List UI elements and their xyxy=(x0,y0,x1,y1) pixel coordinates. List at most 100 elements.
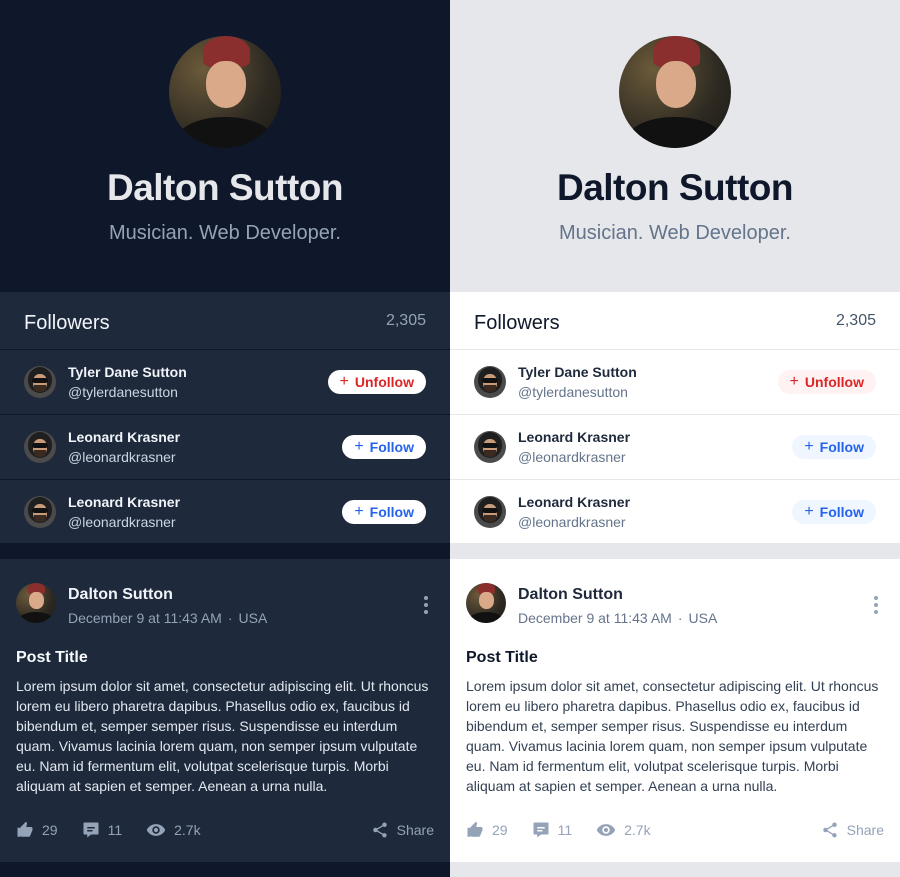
post-author-avatar[interactable] xyxy=(466,583,506,623)
follower-name[interactable]: Leonard Krasner xyxy=(518,427,792,447)
follower-info: Tyler Dane Sutton @tylerdanesutton xyxy=(68,362,328,402)
post-body: Lorem ipsum dolor sit amet, consectetur … xyxy=(16,678,429,794)
follower-info: Tyler Dane Sutton @tylerdanesutton xyxy=(518,362,778,402)
follower-info: Leonard Krasner @leonardkrasner xyxy=(68,427,342,467)
follower-name[interactable]: Tyler Dane Sutton xyxy=(68,362,328,382)
post-author[interactable]: Dalton Sutton xyxy=(68,585,418,605)
followers-count: 2,305 xyxy=(835,312,876,329)
follower-info: Leonard Krasner @leonardkrasner xyxy=(68,492,342,532)
follow-toggle-label: Unfollow xyxy=(354,374,414,390)
post-title: Post Title xyxy=(16,649,88,666)
followers-list: Tyler Dane Sutton @tylerdanesutton + Unf… xyxy=(450,349,900,544)
share-button[interactable]: Share xyxy=(371,821,434,839)
follower-name[interactable]: Leonard Krasner xyxy=(68,427,342,447)
post-date[interactable]: December 9 at 11:43 AM xyxy=(518,610,672,626)
like-count: 29 xyxy=(42,822,58,838)
comment-button[interactable]: 11 xyxy=(82,821,122,839)
follower-row: Leonard Krasner @leonardkrasner + Follow xyxy=(0,414,450,479)
follower-name[interactable]: Tyler Dane Sutton xyxy=(518,362,778,382)
follower-name[interactable]: Leonard Krasner xyxy=(518,492,792,512)
followers-card: Followers 2,305 Tyler Dane Sutton @tyler… xyxy=(450,292,900,543)
profile-avatar xyxy=(619,36,731,148)
plus-icon: + xyxy=(804,438,814,455)
profile-name: Dalton Sutton xyxy=(556,167,794,208)
profile-bio: Musician. Web Developer. xyxy=(109,221,341,244)
profile-bio: Musician. Web Developer. xyxy=(559,221,791,244)
plus-icon: + xyxy=(789,373,799,390)
followers-header: Followers 2,305 xyxy=(450,292,900,349)
follower-avatar[interactable] xyxy=(474,496,506,528)
follower-info: Leonard Krasner @leonardkrasner xyxy=(518,427,792,467)
thumbs-up-icon xyxy=(467,821,483,837)
profile-header: Dalton Sutton Musician. Web Developer. xyxy=(450,0,900,292)
comment-button[interactable]: 11 xyxy=(532,821,573,839)
follow-toggle-label: Follow xyxy=(369,439,414,455)
follower-avatar[interactable] xyxy=(474,366,506,398)
unfollow-button[interactable]: + Unfollow xyxy=(777,370,876,394)
share-icon xyxy=(822,822,837,838)
profile-avatar xyxy=(169,36,281,148)
unfollow-button[interactable]: + Unfollow xyxy=(327,370,426,394)
profile-pane-dark: Dalton Sutton Musician. Web Developer. F… xyxy=(0,0,450,877)
follow-button[interactable]: + Follow xyxy=(792,435,876,459)
share-label: Share xyxy=(846,822,884,838)
follow-button[interactable]: + Follow xyxy=(342,435,426,459)
follower-row: Tyler Dane Sutton @tylerdanesutton + Unf… xyxy=(0,349,450,414)
post-author-avatar[interactable] xyxy=(16,583,56,623)
share-button[interactable]: Share xyxy=(821,821,884,839)
follower-handle: @leonardkrasner xyxy=(68,514,176,530)
like-count: 29 xyxy=(492,822,508,838)
post-meta: Dalton Sutton December 9 at 11:43 AM · USA xyxy=(68,583,418,628)
post-actions: 29 11 2.7k Share xyxy=(16,819,434,841)
post-location: USA xyxy=(238,610,268,626)
plus-icon: + xyxy=(354,438,364,455)
views-count: 2.7k xyxy=(174,822,201,838)
follow-button[interactable]: + Follow xyxy=(342,500,426,524)
follower-handle: @leonardkrasner xyxy=(518,514,626,530)
views-stat: 2.7k xyxy=(596,820,651,840)
more-vertical-icon[interactable] xyxy=(418,593,434,617)
follower-avatar[interactable] xyxy=(24,431,56,463)
eye-icon xyxy=(146,824,166,836)
comment-count: 11 xyxy=(557,822,573,838)
followers-list: Tyler Dane Sutton @tylerdanesutton + Unf… xyxy=(0,349,450,544)
profile-name: Dalton Sutton xyxy=(106,167,344,208)
follower-handle: @leonardkrasner xyxy=(518,449,626,465)
follower-avatar[interactable] xyxy=(24,496,56,528)
share-label: Share xyxy=(396,822,434,838)
follower-row: Leonard Krasner @leonardkrasner + Follow xyxy=(450,479,900,544)
share-icon xyxy=(372,822,387,838)
post-location: USA xyxy=(688,610,718,626)
post-date[interactable]: December 9 at 11:43 AM xyxy=(68,610,222,626)
post-meta-separator: · xyxy=(227,610,233,626)
follower-handle: @leonardkrasner xyxy=(68,449,176,465)
plus-icon: + xyxy=(354,503,364,520)
like-button[interactable]: 29 xyxy=(16,821,58,839)
profile-pane-light: Dalton Sutton Musician. Web Developer. F… xyxy=(450,0,900,877)
plus-icon: + xyxy=(804,503,814,520)
comment-icon xyxy=(83,822,99,838)
follower-row: Tyler Dane Sutton @tylerdanesutton + Unf… xyxy=(450,349,900,414)
post-meta-separator: · xyxy=(677,610,683,626)
plus-icon: + xyxy=(339,373,349,390)
post-author[interactable]: Dalton Sutton xyxy=(518,585,868,605)
post-header: Dalton Sutton December 9 at 11:43 AM · USA xyxy=(466,583,884,628)
followers-count: 2,305 xyxy=(385,312,426,329)
post-card: Dalton Sutton December 9 at 11:43 AM · USA… xyxy=(0,559,450,862)
profile-header: Dalton Sutton Musician. Web Developer. xyxy=(0,0,450,292)
follow-toggle-label: Unfollow xyxy=(804,374,864,390)
followers-title: Followers xyxy=(474,312,560,334)
follow-button[interactable]: + Follow xyxy=(792,500,876,524)
more-vertical-icon[interactable] xyxy=(868,593,884,617)
follow-toggle-label: Follow xyxy=(819,439,864,455)
follower-row: Leonard Krasner @leonardkrasner + Follow xyxy=(450,414,900,479)
follower-avatar[interactable] xyxy=(474,431,506,463)
followers-title: Followers xyxy=(24,312,110,334)
follower-name[interactable]: Leonard Krasner xyxy=(68,492,342,512)
post-header: Dalton Sutton December 9 at 11:43 AM · USA xyxy=(16,583,434,628)
follower-row: Leonard Krasner @leonardkrasner + Follow xyxy=(0,479,450,544)
comment-icon xyxy=(533,822,549,838)
follower-avatar[interactable] xyxy=(24,366,56,398)
post-title: Post Title xyxy=(466,649,538,666)
like-button[interactable]: 29 xyxy=(466,821,508,839)
